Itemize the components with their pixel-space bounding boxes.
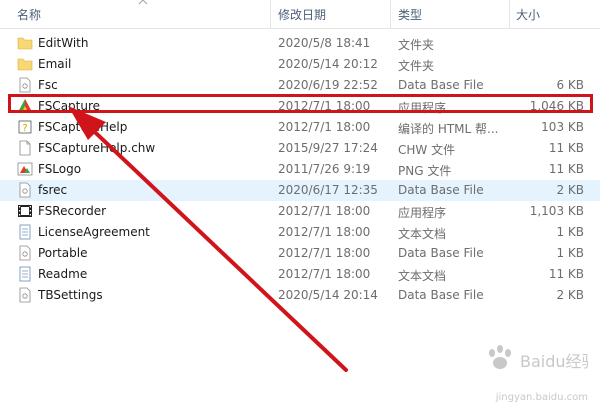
file-row-readme[interactable]: Readme 2012/7/1 18:00 文本文档 11 KB — [0, 264, 600, 285]
file-row-fsc[interactable]: Fsc 2020/6/19 22:52 Data Base File 6 KB — [0, 75, 600, 96]
file-row-fslogo[interactable]: FSLogo 2011/7/26 9:19 PNG 文件 11 KB — [0, 159, 600, 180]
file-type: Data Base File — [398, 288, 484, 302]
file-size: 2 KB — [556, 288, 584, 302]
svg-text:?: ? — [22, 123, 27, 134]
file-type: CHW 文件 — [398, 143, 456, 157]
file-icon — [19, 245, 31, 261]
column-size-header[interactable]: 大小 — [516, 6, 540, 23]
file-row-email[interactable]: Email 2020/5/14 20:12 文件夹 — [0, 54, 600, 75]
column-divider[interactable] — [390, 0, 391, 28]
file-size: 1,103 KB — [529, 204, 584, 218]
file-date: 2020/5/14 20:14 — [278, 288, 378, 302]
file-size: 11 KB — [548, 162, 584, 176]
film-app-icon — [18, 205, 32, 217]
file-type: 文件夹 — [398, 59, 435, 73]
help-file-icon: ? — [18, 120, 32, 134]
file-type: Data Base File — [398, 78, 484, 92]
column-header: 名称 修改日期 类型 大小 — [0, 0, 600, 29]
file-row-tbsettings[interactable]: TBSettings 2020/5/14 20:14 Data Base Fil… — [0, 285, 600, 306]
file-size: 1 KB — [556, 246, 584, 260]
file-date: 2012/7/1 18:00 — [278, 99, 371, 113]
file-size: 11 KB — [548, 267, 584, 281]
file-date: 2012/7/1 18:00 — [278, 267, 371, 281]
file-type: 文本文档 — [398, 269, 447, 283]
file-type: PNG 文件 — [398, 164, 452, 178]
column-date-header[interactable]: 修改日期 — [278, 6, 326, 23]
file-date: 2012/7/1 18:00 — [278, 225, 371, 239]
image-file-icon — [17, 162, 33, 176]
file-name: fsrec — [38, 183, 68, 197]
file-name: Readme — [38, 267, 88, 281]
folder-icon — [17, 58, 33, 71]
file-name: Portable — [38, 246, 88, 260]
file-size: 103 KB — [541, 120, 584, 134]
file-date: 2015/9/27 17:24 — [278, 141, 378, 155]
file-date: 2020/5/14 20:12 — [278, 57, 378, 71]
file-date: 2012/7/1 18:00 — [278, 246, 371, 260]
file-row-fsrecorder[interactable]: FSRecorder 2012/7/1 18:00 应用程序 1,103 KB — [0, 201, 600, 222]
column-divider[interactable] — [270, 0, 271, 28]
file-date: 2020/6/19 22:52 — [278, 78, 378, 92]
file-type: Data Base File — [398, 183, 484, 197]
baidu-paw-logo-icon: Baidu经验 — [489, 345, 598, 371]
file-icon — [19, 287, 31, 303]
file-size: 1 KB — [556, 225, 584, 239]
file-type: 应用程序 — [398, 206, 447, 220]
file-name: FSCaptureHelp — [38, 120, 128, 134]
file-row-fscapturehelp-chw[interactable]: FSCaptureHelp.chw 2015/9/27 17:24 CHW 文件… — [0, 138, 600, 159]
column-name-header[interactable]: 名称 — [17, 6, 41, 23]
file-row-portable[interactable]: Portable 2012/7/1 18:00 Data Base File 1… — [0, 243, 600, 264]
file-name: FSCaptureHelp.chw — [38, 141, 156, 155]
text-file-icon — [19, 224, 31, 240]
file-type: 编译的 HTML 帮... — [398, 122, 499, 136]
file-date: 2012/7/1 18:00 — [278, 204, 371, 218]
file-date: 2011/7/26 9:19 — [278, 162, 371, 176]
file-name: Email — [38, 57, 72, 71]
file-name: EditWith — [38, 36, 89, 50]
file-date: 2020/5/8 18:41 — [278, 36, 371, 50]
file-size: 2 KB — [556, 183, 584, 197]
watermark-url: jingyan.baidu.com — [495, 392, 588, 403]
file-date: 2020/6/17 12:35 — [278, 183, 378, 197]
column-type-header[interactable]: 类型 — [398, 6, 422, 23]
file-name: TBSettings — [38, 288, 103, 302]
file-icon — [19, 182, 31, 198]
text-file-icon — [19, 266, 31, 282]
file-size: 11 KB — [548, 141, 584, 155]
file-size: 1,046 KB — [529, 99, 584, 113]
file-row-licenseagreement[interactable]: LicenseAgreement 2012/7/1 18:00 文本文档 1 K… — [0, 222, 600, 243]
file-type: 文件夹 — [398, 38, 435, 52]
file-row-fscapturehelp[interactable]: ? FSCaptureHelp 2012/7/1 18:00 编译的 HTML … — [0, 117, 600, 138]
file-type: Data Base File — [398, 246, 484, 260]
file-type: 文本文档 — [398, 227, 447, 241]
file-name: LicenseAgreement — [38, 225, 150, 239]
baidu-watermark: Baidu经验 jingyan.baidu.com — [480, 343, 598, 403]
file-type: 应用程序 — [398, 101, 447, 115]
file-date: 2012/7/1 18:00 — [278, 120, 371, 134]
blank-file-icon — [19, 140, 31, 156]
file-row-fscapture[interactable]: FSCapture 2012/7/1 18:00 应用程序 1,046 KB — [0, 96, 600, 117]
file-name: Fsc — [38, 78, 58, 92]
file-row-editwith[interactable]: EditWith 2020/5/8 18:41 文件夹 — [0, 33, 600, 54]
watermark-brand: Baidu经验 — [520, 352, 588, 371]
folder-icon — [17, 37, 33, 50]
file-name: FSLogo — [38, 162, 82, 176]
file-name: FSCapture — [38, 99, 101, 113]
fscapture-app-icon — [18, 99, 32, 112]
file-size: 6 KB — [556, 78, 584, 92]
sort-ascending-icon[interactable] — [138, 0, 148, 6]
file-name: FSRecorder — [38, 204, 107, 218]
file-icon — [19, 77, 31, 93]
file-row-fsrec[interactable]: fsrec 2020/6/17 12:35 Data Base File 2 K… — [0, 180, 600, 201]
column-divider[interactable] — [509, 0, 510, 28]
